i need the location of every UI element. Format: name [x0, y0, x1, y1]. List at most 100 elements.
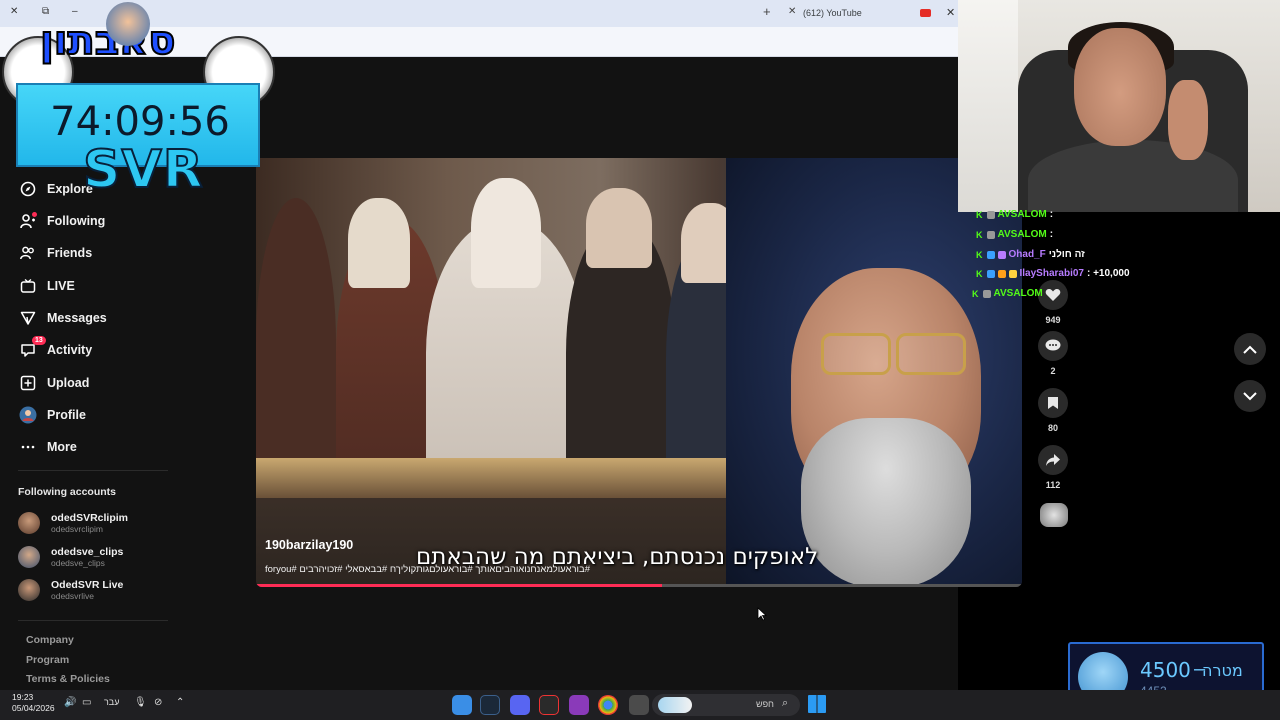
avatar-icon — [18, 405, 38, 425]
tab-title[interactable]: (612) YouTube — [803, 8, 862, 18]
previous-video-button[interactable] — [1234, 333, 1266, 365]
language-indicator[interactable]: עבר — [104, 697, 119, 707]
share-count: 112 — [1045, 480, 1061, 490]
footer-link-terms[interactable]: Terms & Policies — [26, 673, 110, 685]
chevron-up-icon[interactable]: ⌃ — [176, 697, 184, 708]
microphone-icon[interactable]: 🎙 — [134, 697, 147, 708]
background-figure — [586, 188, 652, 268]
account-name: odedsve_clips — [51, 546, 124, 558]
discord-icon[interactable] — [510, 695, 530, 715]
save-button[interactable]: 80 — [1038, 388, 1068, 433]
badge-icon — [986, 210, 995, 219]
steam-icon[interactable] — [480, 695, 500, 715]
minimize-icon[interactable]: – — [72, 6, 78, 17]
sidebar-item-label: LIVE — [47, 279, 75, 293]
avatar — [18, 512, 40, 534]
sidebar-item-activity[interactable]: 13 Activity — [18, 336, 92, 363]
video-player[interactable]: לאופקים נכנסתם, ביציאתם מה שהבאתם 190bar… — [256, 158, 1022, 587]
paper-plane-icon — [18, 308, 38, 328]
chrome-icon[interactable] — [598, 695, 618, 715]
tab-close-icon[interactable]: ✕ — [788, 6, 796, 17]
following-account[interactable]: odedSVRclipim odedsvrclipim — [18, 512, 128, 534]
chat-text: זה חולני — [1048, 249, 1085, 260]
svr-brand: SVR — [82, 139, 204, 201]
app-icon[interactable] — [569, 695, 589, 715]
comment-button[interactable]: 2 — [1038, 331, 1068, 376]
chat-text: : — [1049, 229, 1054, 240]
chat-text: : +10,000 — [1086, 268, 1130, 279]
video-hashtags[interactable]: #בוראעולמאנחנואוהביםאותך #בוראעולםגותקול… — [265, 564, 590, 575]
account-handle: odedsvrclipim — [51, 524, 103, 534]
youtube-icon — [920, 9, 931, 17]
wall — [958, 0, 1018, 212]
bookmark-icon — [1038, 388, 1068, 418]
search-placeholder: חפש — [756, 699, 774, 709]
background-figure — [471, 178, 541, 288]
display-icon[interactable]: ▭ — [82, 697, 91, 708]
like-button[interactable]: 949 — [1038, 280, 1068, 325]
app-icon[interactable] — [539, 695, 559, 715]
sidebar-divider — [18, 470, 168, 471]
file-explorer-icon[interactable] — [629, 695, 649, 715]
telegram-icon[interactable] — [452, 695, 472, 715]
volume-icon[interactable]: 🔊 — [64, 697, 76, 708]
footer-link-company[interactable]: Company — [26, 634, 74, 646]
sidebar-item-messages[interactable]: Messages — [18, 305, 107, 331]
close-icon[interactable]: ✕ — [10, 6, 18, 17]
kick-icon: K — [976, 249, 983, 260]
sidebar-item-friends[interactable]: Friends — [18, 240, 92, 266]
sidebar-item-more[interactable]: More — [18, 434, 77, 460]
chat-message: K Ohad_F זה חולני — [976, 249, 1085, 260]
badge-icon — [986, 230, 995, 239]
video-progress-fill — [256, 584, 662, 587]
new-tab-button[interactable]: + — [763, 4, 771, 19]
video-progress-bar[interactable] — [256, 584, 1022, 587]
sidebar-item-explore[interactable]: Explore — [18, 176, 93, 202]
sidebar-item-label: More — [47, 440, 77, 454]
badge-icon — [986, 269, 995, 278]
sidebar-item-profile[interactable]: Profile — [18, 402, 86, 428]
restore-icon[interactable]: ⧉ — [42, 6, 49, 17]
avatar — [18, 579, 40, 601]
kick-icon: K — [976, 229, 983, 240]
music-disc-icon[interactable] — [1040, 503, 1068, 527]
sidebar-item-following[interactable]: Following — [18, 208, 105, 234]
streamer-webcam — [958, 0, 1280, 212]
friends-icon — [18, 243, 38, 263]
window-close-icon[interactable]: ✕ — [946, 6, 955, 19]
table — [256, 458, 776, 498]
search-highlight-image — [658, 697, 692, 713]
streamer-face — [1074, 28, 1166, 146]
user-follow-icon — [18, 211, 38, 231]
sidebar-item-label: Upload — [47, 376, 90, 390]
notification-dot — [32, 212, 37, 217]
system-time: 19:23 — [12, 692, 34, 702]
chat-message: K AVSALOM : — [976, 229, 1053, 240]
badge-icon — [986, 250, 995, 259]
following-account[interactable]: odedsve_clips odedsve_clips — [18, 546, 123, 568]
avatar — [18, 546, 40, 568]
kick-icon: K — [976, 268, 983, 279]
glasses — [821, 333, 891, 375]
badge-icon — [997, 250, 1006, 259]
video-author[interactable]: 190barzilay190 — [265, 538, 353, 552]
taskbar-search[interactable]: חפש ⌕ — [652, 694, 800, 716]
system-clock[interactable]: 19:23 05/04/2026 — [12, 692, 55, 714]
following-account[interactable]: OdedSVR Live odedsvrlive — [18, 579, 123, 601]
streamer-body — [1028, 140, 1238, 212]
badge-icon — [997, 269, 1006, 278]
share-button[interactable]: 112 — [1038, 445, 1068, 490]
system-date: 05/04/2026 — [12, 703, 55, 713]
footer-link-program[interactable]: Program — [26, 654, 69, 666]
chat-message: K AVSALOM : — [976, 209, 1053, 220]
streamer-hand — [1168, 80, 1208, 160]
kick-icon: K — [976, 209, 983, 220]
windows-start-icon[interactable] — [808, 695, 826, 713]
chat-message: K IlaySharabi07 : +10,000 — [976, 268, 1130, 279]
next-video-button[interactable] — [1234, 380, 1266, 412]
chat-username: AVSALOM — [993, 288, 1043, 299]
sidebar-item-upload[interactable]: Upload — [18, 370, 89, 396]
sidebar-item-live[interactable]: LIVE — [18, 273, 75, 299]
network-icon[interactable]: ⊘ — [154, 697, 162, 708]
like-count: 949 — [1045, 315, 1061, 325]
